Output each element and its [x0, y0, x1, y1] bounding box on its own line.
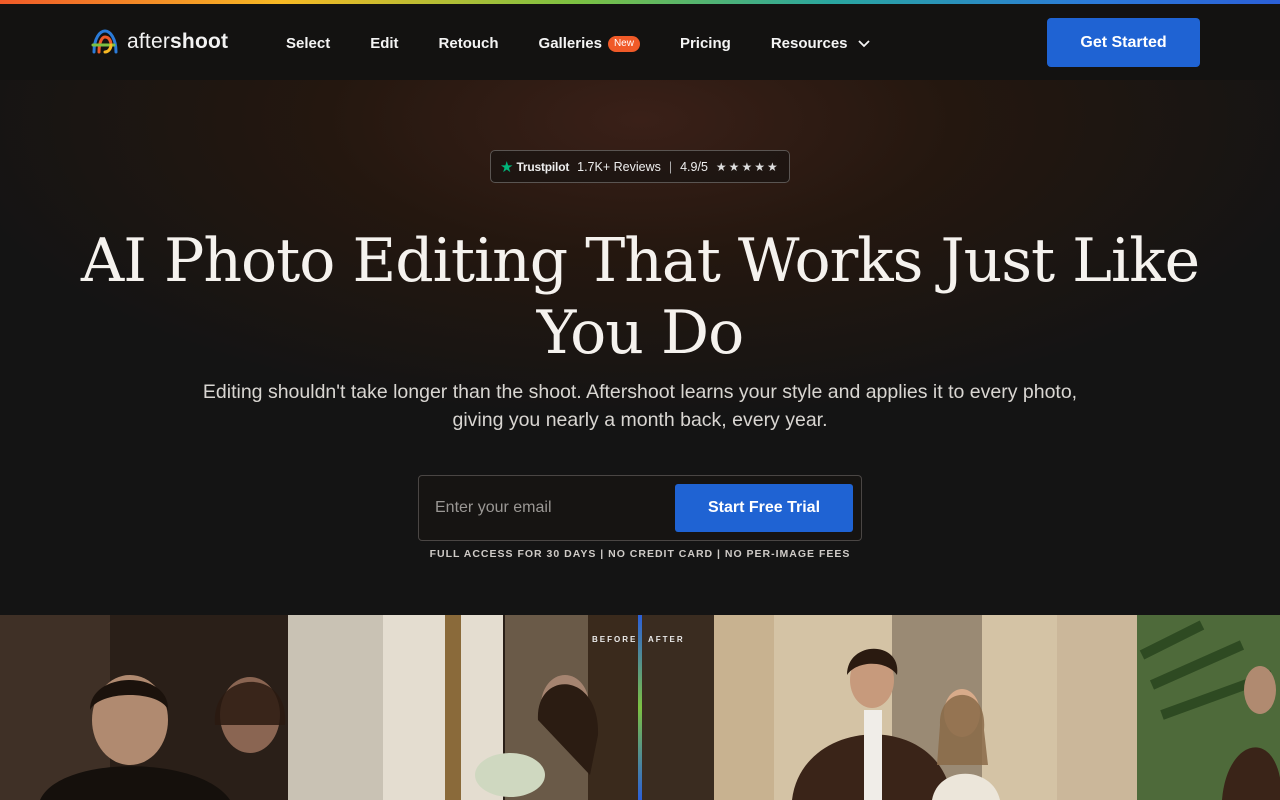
after-photo-scene	[642, 615, 1280, 800]
top-navigation: aftershoot Select Edit Retouch Galleries…	[0, 4, 1280, 80]
before-after-comparison: BEFORE AFTER	[0, 615, 1280, 800]
hero-subhead: Editing shouldn't take longer than the s…	[202, 381, 1078, 431]
after-photo	[642, 615, 1280, 800]
brand-name-bold: shoot	[170, 30, 229, 53]
top-rainbow-bar	[0, 0, 1280, 4]
nav-item-edit[interactable]: Edit	[370, 35, 398, 52]
rating-stars-icon: ★★★★★	[715, 159, 780, 174]
signup-form: Start Free Trial	[418, 475, 862, 541]
trustpilot-brand: Trustpilot	[516, 159, 570, 174]
nav-item-galleries[interactable]: Galleries New	[539, 35, 640, 52]
nav-item-pricing[interactable]: Pricing	[680, 35, 731, 52]
get-started-button[interactable]: Get Started	[1047, 18, 1200, 67]
hero-section: ★ Trustpilot 1.7K+ Reviews | 4.9/5 ★★★★★…	[0, 80, 1280, 615]
nav-item-label: Retouch	[438, 35, 499, 52]
trustpilot-star-icon: ★	[500, 158, 514, 176]
nav-item-label: Galleries	[538, 35, 602, 52]
nav-item-resources[interactable]: Resources	[771, 35, 870, 52]
after-label: AFTER	[648, 635, 685, 644]
nav-item-label: Resources	[770, 35, 848, 52]
chevron-down-icon	[857, 39, 870, 47]
brand-name-light: after	[127, 30, 171, 53]
before-photo	[0, 615, 638, 800]
trust-separator: |	[668, 159, 673, 174]
hero-headline: AI Photo Editing That Works Just Like Yo…	[80, 226, 1200, 368]
nav-item-retouch[interactable]: Retouch	[439, 35, 499, 52]
before-label: BEFORE	[592, 635, 638, 644]
trustpilot-badge[interactable]: ★ Trustpilot 1.7K+ Reviews | 4.9/5 ★★★★★	[490, 150, 790, 183]
new-badge: New	[607, 35, 640, 52]
review-count: 1.7K+ Reviews	[577, 159, 661, 174]
brand-logo[interactable]: aftershoot	[90, 28, 228, 56]
trial-fine-print: FULL ACCESS FOR 30 DAYS | NO CREDIT CARD…	[429, 548, 851, 560]
email-input[interactable]	[435, 492, 675, 524]
start-free-trial-button[interactable]: Start Free Trial	[675, 484, 853, 532]
nav-item-label: Pricing	[679, 35, 731, 52]
nav-item-label: Select	[286, 35, 331, 52]
rating-value: 4.9/5	[680, 159, 708, 174]
before-photo-scene	[0, 615, 638, 800]
nav-item-select[interactable]: Select	[286, 35, 330, 52]
brand-wordmark: aftershoot	[127, 30, 228, 54]
main-nav: Select Edit Retouch Galleries New Pricing…	[286, 35, 910, 52]
aftershoot-logo-icon	[91, 29, 118, 54]
nav-item-label: Edit	[370, 35, 399, 52]
